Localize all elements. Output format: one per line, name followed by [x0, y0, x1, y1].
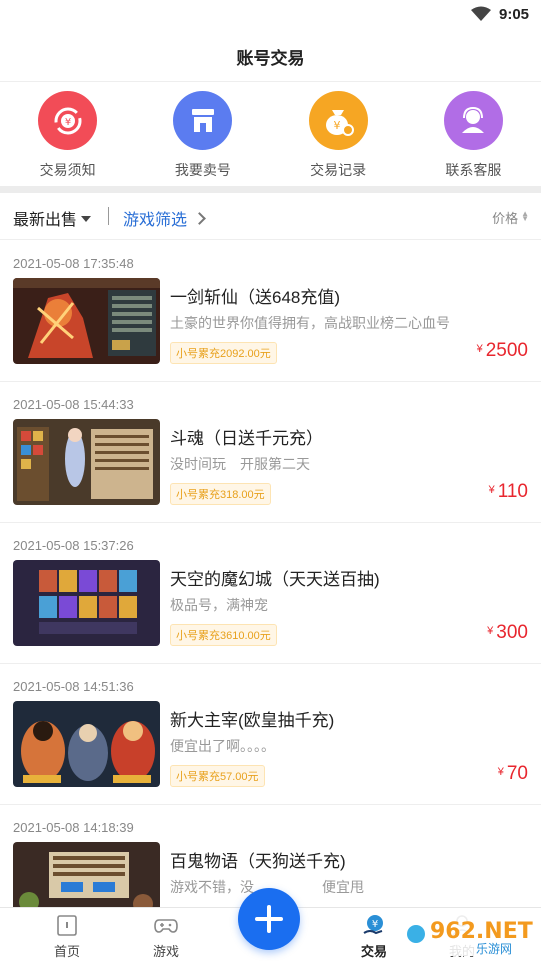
tab-label: 游戏 — [152, 944, 179, 959]
trade-icon: ¥ — [363, 915, 383, 935]
page-title: 账号交易 — [236, 49, 305, 68]
listing-time: 2021-05-08 14:18:39 — [13, 820, 134, 835]
listing-card[interactable]: 2021-05-08 17:35:48 一剑斩仙（送648充值) 土豪的世界你值… — [0, 241, 541, 382]
quick-nav-label: 我要卖号 — [174, 162, 231, 178]
listing-name: 新大主宰(欧皇抽千充) — [170, 711, 335, 730]
listing-name: 斗魂（日送千元充） — [170, 429, 323, 448]
svg-text:962.NET: 962.NET — [430, 919, 533, 944]
quick-nav-records[interactable]: ¥ 交易记录 — [271, 82, 406, 186]
chevron-right-icon — [193, 212, 206, 225]
price-value: 300 — [496, 622, 528, 643]
listing-price: ¥300 — [487, 622, 528, 644]
game-filter-button[interactable]: 游戏筛选 — [123, 206, 206, 230]
price-value: 110 — [497, 481, 528, 502]
status-bar: 9:05 — [0, 0, 541, 30]
currency-symbol: ¥ — [497, 766, 504, 778]
quick-nav-label: 联系客服 — [445, 162, 502, 178]
price-value: 2500 — [485, 340, 528, 361]
section-divider — [0, 186, 541, 193]
listing-name: 天空的魔幻城（天天送百抽) — [170, 570, 380, 589]
price-sort-button[interactable]: 价格 ▲ ▼ — [492, 208, 529, 227]
listing-desc-part: 游戏不错，没 — [170, 879, 254, 895]
listing-time: 2021-05-08 17:35:48 — [13, 256, 134, 271]
quick-nav-support[interactable]: 联系客服 — [406, 82, 541, 186]
listing-time: 2021-05-08 15:37:26 — [13, 538, 134, 553]
listing-price: ¥110 — [489, 481, 528, 503]
sort-arrows-icon: ▲ ▼ — [521, 209, 529, 223]
gamepad-icon — [154, 919, 178, 933]
home-icon — [57, 915, 77, 936]
currency-symbol: ¥ — [476, 343, 483, 355]
listing-desc: 极品号，满神宠 — [170, 597, 268, 613]
customer-service-icon — [443, 91, 503, 150]
svg-text:¥: ¥ — [64, 117, 70, 128]
listing-thumbnail — [13, 701, 160, 787]
quick-nav-label: 交易须知 — [39, 162, 96, 178]
caret-down-icon — [81, 216, 92, 222]
currency-symbol: ¥ — [487, 625, 494, 637]
listing-thumbnail — [13, 560, 160, 646]
listing-card[interactable]: 2021-05-08 15:44:33 斗魂（日送千元充） 没时间玩 开服第二天… — [0, 382, 541, 523]
listing-price: ¥2500 — [477, 340, 528, 362]
listing-time: 2021-05-08 14:51:36 — [13, 679, 134, 694]
listing-time: 2021-05-08 15:44:33 — [13, 397, 134, 412]
svg-text:乐游网: 乐游网 — [476, 942, 512, 956]
listing-price: ¥70 — [498, 763, 528, 785]
sort-dropdown[interactable]: 最新出售 — [13, 206, 92, 230]
quick-nav-trade-notice[interactable]: ¥ 交易须知 — [0, 82, 135, 186]
price-sort-label: 价格 — [492, 211, 519, 226]
sort-label: 最新出售 — [13, 212, 78, 229]
svg-text:¥: ¥ — [372, 919, 378, 930]
tab-label: 首页 — [53, 944, 80, 959]
filter-bar: 最新出售 游戏筛选 价格 ▲ ▼ — [0, 193, 541, 240]
listing-desc: 便宜出了啊。。。。 — [170, 738, 275, 754]
money-bag-icon: ¥ — [308, 91, 368, 150]
wifi-icon — [471, 6, 491, 21]
svg-text:¥: ¥ — [334, 119, 341, 132]
listing-thumbnail — [13, 419, 160, 505]
price-value: 70 — [506, 763, 528, 784]
quick-nav: ¥ 交易须知 我要卖号 ¥ 交易记录 联系客服 — [0, 82, 541, 186]
recharge-badge: 小号累充318.00元 — [170, 483, 271, 505]
add-listing-button[interactable] — [238, 888, 300, 950]
listing-desc: 土豪的世界你值得拥有，高战职业榜二心血号 — [170, 315, 450, 331]
shop-icon — [173, 91, 233, 150]
game-filter-label: 游戏筛选 — [123, 212, 188, 229]
page-header: 账号交易 — [0, 30, 541, 82]
recharge-badge: 小号累充2092.00元 — [170, 342, 277, 364]
recharge-badge: 小号累充57.00元 — [170, 765, 265, 787]
quick-nav-label: 交易记录 — [310, 162, 367, 178]
watermark-logo: 962.NET 乐游网 — [402, 912, 538, 956]
currency-symbol: ¥ — [488, 484, 495, 496]
exchange-icon: ¥ — [38, 91, 97, 150]
listing-card[interactable]: 2021-05-08 14:51:36 新大主宰(欧皇抽千充) 便宜出了啊。。。… — [0, 664, 541, 805]
listing-desc: 没时间玩 开服第二天 — [170, 456, 310, 472]
listing-list: 2021-05-08 17:35:48 一剑斩仙（送648充值) 土豪的世界你值… — [0, 241, 541, 946]
filter-divider — [108, 207, 109, 225]
listing-card[interactable]: 2021-05-08 15:37:26 天空的魔幻城（天天送百抽) 极品号，满神… — [0, 523, 541, 664]
status-time: 9:05 — [499, 6, 530, 23]
quick-nav-sell[interactable]: 我要卖号 — [135, 82, 270, 186]
listing-name: 百鬼物语（天狗送千充) — [170, 852, 346, 871]
recharge-badge: 小号累充3610.00元 — [170, 624, 277, 646]
listing-name: 一剑斩仙（送648充值) — [170, 288, 341, 307]
listing-thumbnail — [13, 278, 160, 364]
listing-desc-part: 便宜甩 — [322, 879, 364, 895]
